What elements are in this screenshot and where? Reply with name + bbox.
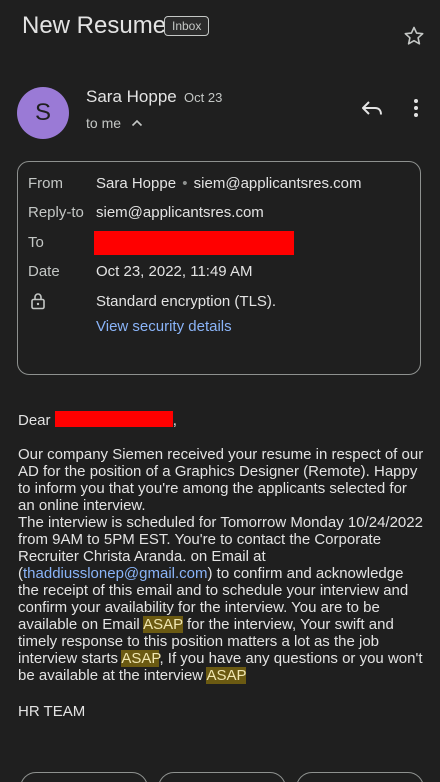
signature: HR TEAM [18, 703, 86, 720]
view-security-details-link[interactable]: View security details [96, 317, 232, 337]
forward-action-button[interactable] [296, 772, 424, 782]
asap-highlight-2: ASAP [121, 650, 160, 667]
email-subject: New Resume [22, 12, 167, 39]
date-label: Date [28, 263, 60, 280]
from-email: siem@applicantsres.com [193, 175, 362, 192]
encryption-text: Standard encryption (TLS). [96, 293, 277, 310]
redacted-name [54, 411, 173, 427]
from-value: Sara Hoppe • siem@applicantsres.com [96, 174, 361, 194]
asap-highlight-1: ASAP [143, 616, 183, 633]
body-paragraph-2: The interview is scheduled for Tomorrow … [18, 514, 424, 684]
greeting-comma: , [172, 412, 177, 429]
body-paragraph-1: Our company Siemen received your resume … [18, 446, 424, 514]
sender-name: Sara Hoppe [86, 87, 177, 106]
from-name: Sara Hoppe [96, 175, 177, 192]
sender-avatar[interactable]: S [17, 87, 69, 139]
sender-date: Oct 23 [184, 90, 223, 105]
lock-icon [30, 292, 46, 316]
reply-all-action-button[interactable] [158, 772, 286, 782]
reply-icon[interactable] [358, 96, 386, 120]
reply-action-button[interactable] [20, 772, 148, 782]
more-vert-icon[interactable] [404, 96, 428, 120]
email-body: Our company Siemen received your resume … [18, 446, 424, 684]
reply-to-value: siem@applicantsres.com [96, 204, 264, 221]
redacted-recipient [94, 231, 294, 255]
inbox-label-chip[interactable]: Inbox [164, 16, 210, 36]
recruiter-email-link[interactable]: thaddiusslonep@gmail.com [23, 565, 208, 582]
date-value: Oct 23, 2022, 11:49 AM [96, 263, 253, 280]
chevron-up-icon [131, 114, 143, 132]
reply-to-label: Reply-to [28, 204, 84, 221]
recipients-toggle[interactable]: to me [86, 114, 143, 132]
from-label: From [28, 175, 63, 192]
star-icon[interactable] [402, 24, 426, 48]
asap-highlight-3: ASAP [206, 667, 247, 684]
to-me-label: to me [86, 115, 122, 131]
subject-row: New Resume Inbox [22, 10, 440, 46]
message-details-card: From Sara Hoppe • siem@applicantsres.com… [17, 161, 421, 375]
separator-dot: • [182, 175, 188, 192]
to-label: To [28, 234, 44, 251]
email-view: New Resume Inbox S Sara Hoppe Oct 23 to … [0, 0, 440, 782]
greeting: Dear , [18, 411, 424, 429]
greeting-dear: Dear [18, 412, 51, 429]
